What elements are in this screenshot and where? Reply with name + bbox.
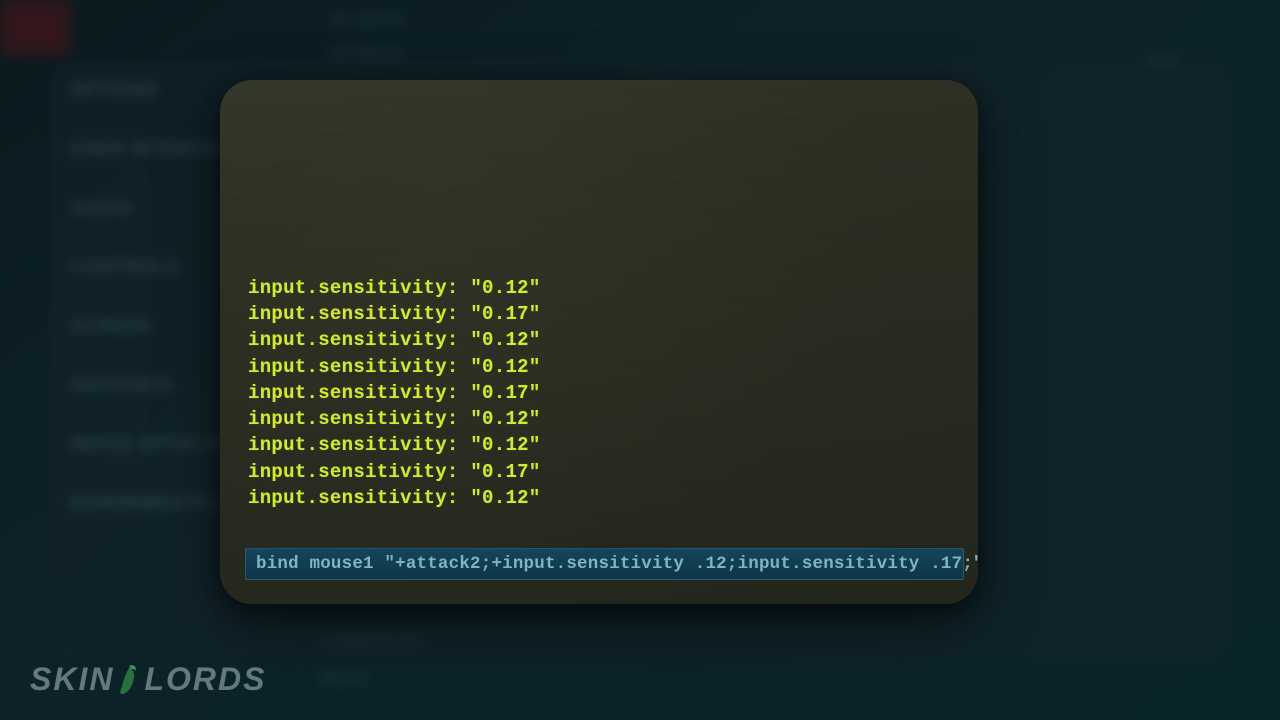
watermark-left: SKIN [30, 661, 114, 698]
chili-icon [116, 663, 142, 697]
console-input[interactable]: bind mouse1 "+attack2;+input.sensitivity… [245, 548, 964, 580]
bg-footer-item: CONSOLES [320, 630, 423, 650]
background-save-badge: SAVE [1144, 52, 1180, 68]
developer-console: input.sensitivity: "0.12" input.sensitiv… [220, 80, 978, 604]
console-line: input.sensitivity: "0.12" [248, 327, 950, 353]
bg-footer-item: PETS [320, 670, 423, 690]
background-footer: CONSOLES PETS [320, 630, 423, 690]
console-input-text: bind mouse1 "+attack2;+input.sensitivity… [256, 554, 978, 574]
console-line: input.sensitivity: "0.12" [248, 406, 950, 432]
console-line: input.sensitivity: "0.17" [248, 380, 950, 406]
console-output: input.sensitivity: "0.12" input.sensitiv… [248, 275, 950, 511]
skinlords-watermark: SKIN LORDS [30, 661, 266, 698]
console-line: input.sensitivity: "0.12" [248, 275, 950, 301]
bg-header-item: UI SETS [330, 10, 403, 30]
console-line: input.sensitivity: "0.12" [248, 485, 950, 511]
background-header: UI SETS UI SETS [330, 10, 403, 64]
console-line: input.sensitivity: "0.12" [248, 354, 950, 380]
console-line: input.sensitivity: "0.17" [248, 301, 950, 327]
watermark-right: LORDS [144, 661, 266, 698]
console-line: input.sensitivity: "0.12" [248, 432, 950, 458]
console-line: input.sensitivity: "0.17" [248, 459, 950, 485]
background-accent [0, 0, 70, 55]
bg-header-item: UI SETS [330, 44, 403, 64]
